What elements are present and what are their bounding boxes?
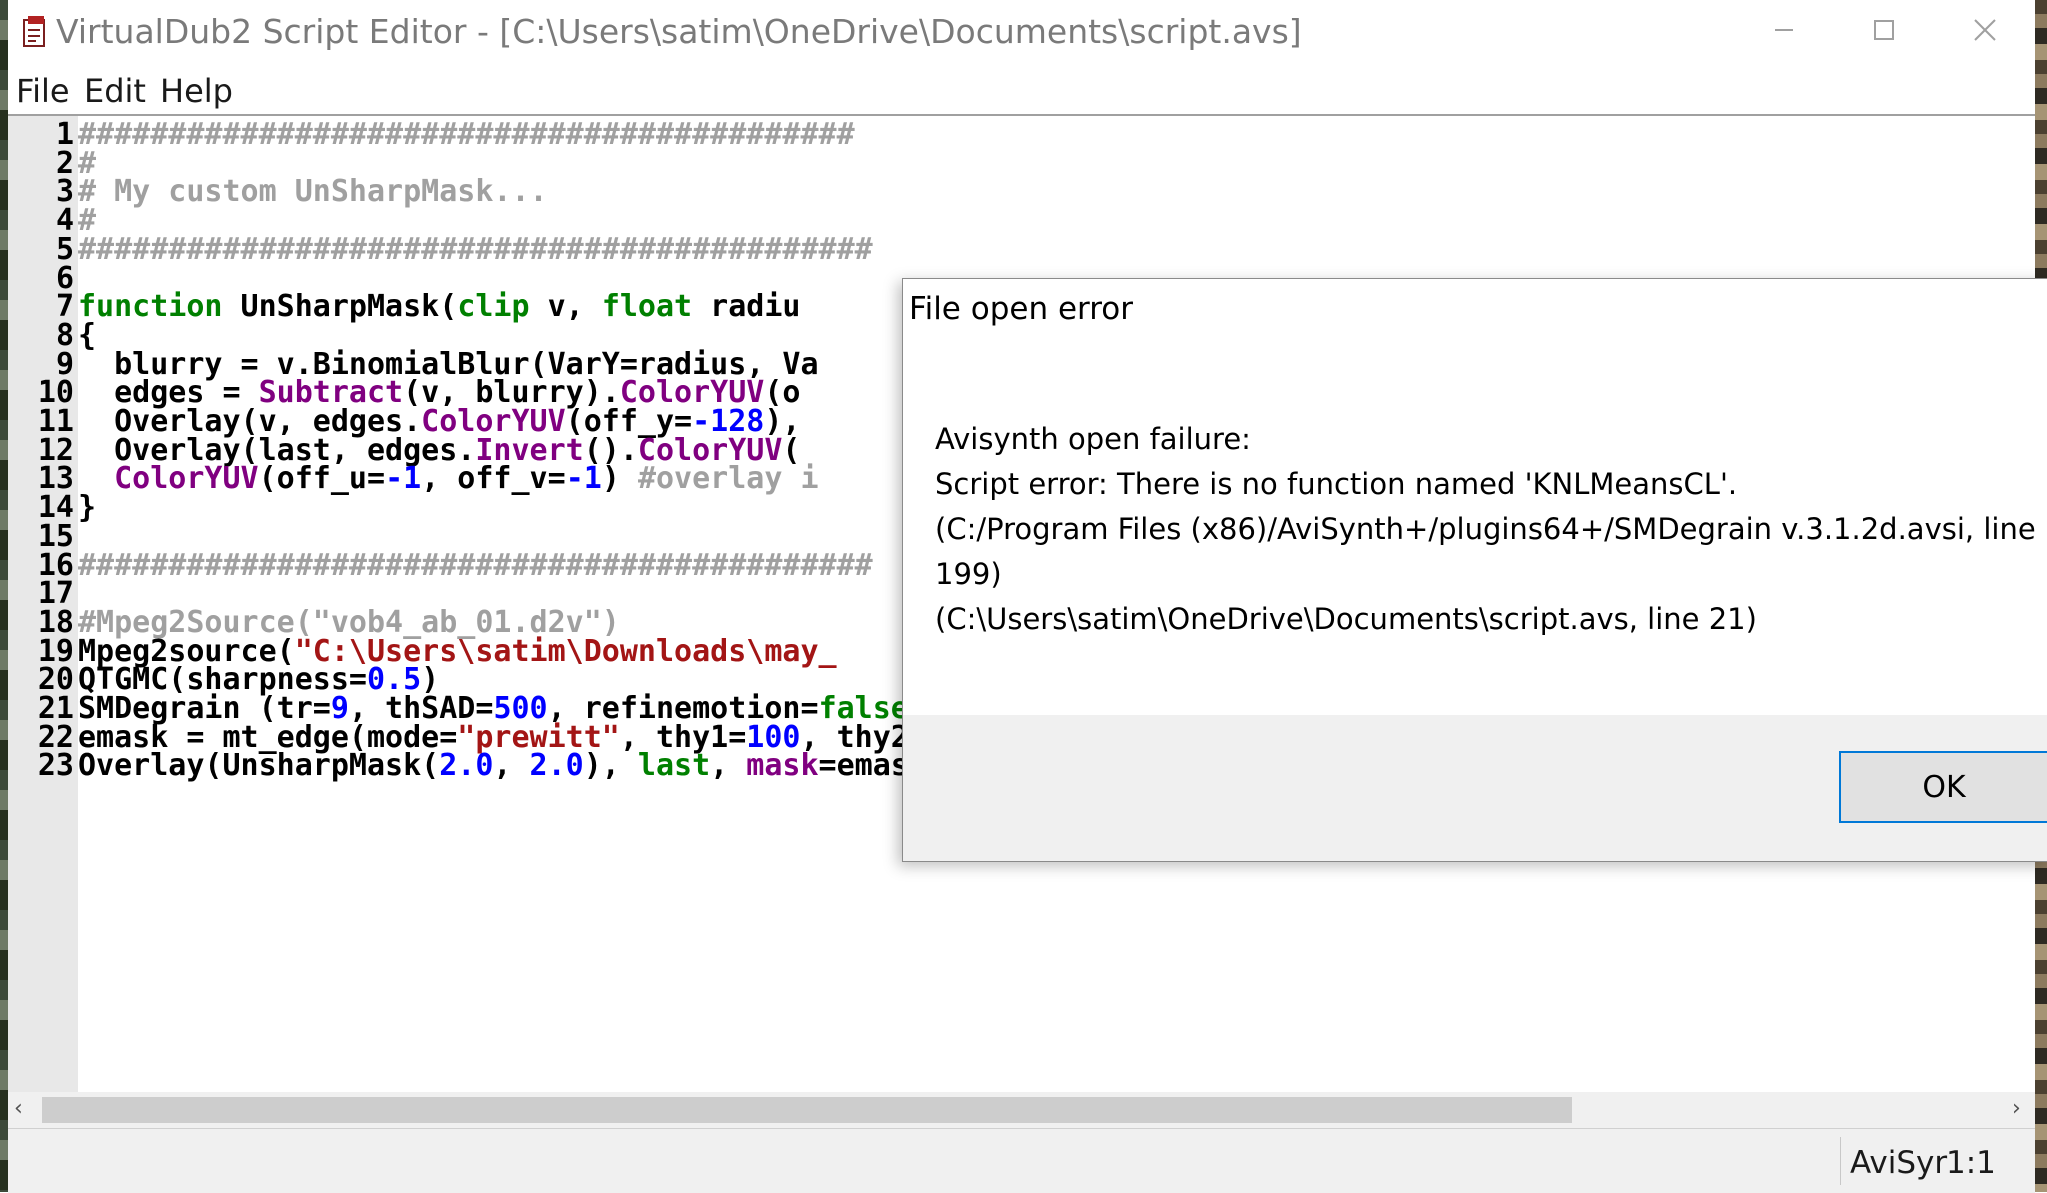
dialog-message-line: Avisynth open failure: xyxy=(935,422,1251,456)
dialog-message-line: 199) xyxy=(935,557,1002,591)
horizontal-scrollbar[interactable]: ‹ › xyxy=(8,1092,2035,1128)
close-icon xyxy=(1974,19,1996,41)
dialog-title: File open error xyxy=(909,291,1133,327)
scrollbar-thumb[interactable] xyxy=(42,1097,1572,1123)
window-title: VirtualDub2 Script Editor - [C:\Users\sa… xyxy=(56,12,1302,51)
minimize-icon xyxy=(1775,29,1793,31)
dialog-message-line: (C:\Users\satim\OneDrive\Documents\scrip… xyxy=(935,602,1757,636)
scroll-right-arrow-icon[interactable]: › xyxy=(2012,1096,2021,1121)
maximize-button[interactable] xyxy=(1834,0,1934,60)
virtualdub-app-icon xyxy=(20,14,50,48)
status-bar: AviSyr 1:1 xyxy=(8,1128,2035,1193)
file-open-error-dialog: File open error Avisynth open failure: S… xyxy=(902,278,2047,862)
code-text: Overlay(UnsharpMask(2.0, 2.0), last, mas… xyxy=(78,747,945,785)
line-number: 23 xyxy=(37,748,74,784)
menu-edit[interactable]: Edit xyxy=(84,72,146,110)
code-token-keyword: last xyxy=(637,748,711,784)
title-bar[interactable]: VirtualDub2 Script Editor - [C:\Users\sa… xyxy=(8,0,2035,66)
close-button[interactable] xyxy=(1935,0,2035,60)
scroll-left-arrow-icon[interactable]: ‹ xyxy=(14,1096,23,1121)
code-token-plain: ), xyxy=(583,748,638,784)
status-mode: AviSyr xyxy=(1850,1145,1948,1181)
code-token-plain: Overlay(UnsharpMask( xyxy=(78,748,440,784)
status-zoom: 1:1 xyxy=(1946,1145,1996,1181)
dialog-footer: OK xyxy=(903,715,2047,861)
code-token-plain: , xyxy=(493,748,530,784)
desktop-background-left xyxy=(0,0,8,1192)
maximize-icon xyxy=(1874,20,1894,40)
status-separator xyxy=(1840,1137,1841,1185)
dialog-message-line: (C:/Program Files (x86)/AviSynth+/plugin… xyxy=(935,512,2036,546)
menu-help[interactable]: Help xyxy=(160,72,233,110)
code-token-plain: , xyxy=(710,748,747,784)
dialog-message: Avisynth open failure: Script error: The… xyxy=(935,417,2036,642)
menu-bar: File Edit Help xyxy=(8,66,2035,116)
code-token-builtin: mask xyxy=(746,748,819,784)
minimize-button[interactable] xyxy=(1734,0,1834,60)
menu-file[interactable]: File xyxy=(16,72,70,110)
dialog-message-line: Script error: There is no function named… xyxy=(935,467,1738,501)
ok-button[interactable]: OK xyxy=(1839,751,2047,823)
code-token-number: 2.0 xyxy=(439,748,494,784)
code-token-number: 2.0 xyxy=(529,748,584,784)
